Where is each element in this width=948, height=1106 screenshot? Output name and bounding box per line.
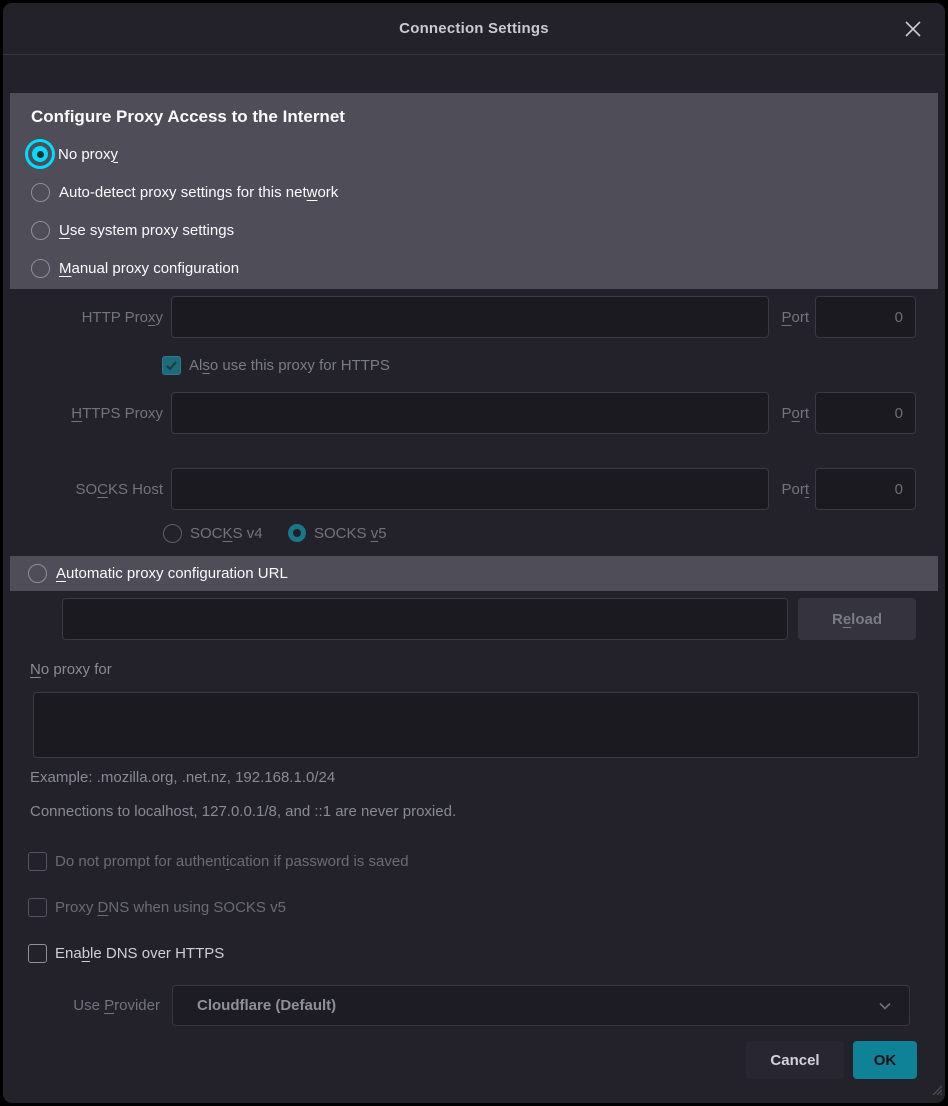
- radio-manual-label: Manual proxy configuration: [59, 260, 239, 277]
- reload-button: Reload: [798, 598, 916, 640]
- http-port-label: Port: [769, 296, 809, 338]
- provider-selected-value: Cloudflare (Default): [197, 997, 877, 1014]
- socks-host-input: [171, 468, 769, 510]
- checkbox-enable-doh-label: Enable DNS over HTTPS: [55, 945, 224, 962]
- resize-grip-icon[interactable]: [928, 1081, 942, 1100]
- close-icon[interactable]: [901, 17, 925, 41]
- no-proxy-example-text: Example: .mozilla.org, .net.nz, 192.168.…: [30, 769, 335, 786]
- radio-no-proxy[interactable]: No proxy: [31, 135, 938, 173]
- also-https-label: Also use this proxy for HTTPS: [189, 357, 390, 374]
- no-proxy-for-label: No proxy for: [30, 661, 112, 678]
- radio-circle: [31, 221, 50, 240]
- radio-manual[interactable]: Manual proxy configuration: [31, 249, 938, 287]
- radio-selected-indicator: [32, 146, 48, 162]
- radio-no-proxy-label: No proxy: [58, 146, 118, 163]
- https-port-input: [815, 392, 916, 434]
- section-heading: Configure Proxy Access to the Internet: [31, 107, 938, 127]
- socks-v4-label: SOCKS v4: [190, 525, 263, 542]
- socks-v5-radio-row: SOCKS v5: [288, 524, 387, 542]
- socks-port-label: Port: [769, 468, 809, 510]
- provider-dropdown: Cloudflare (Default): [172, 985, 910, 1026]
- socks-v5-label: SOCKS v5: [314, 525, 387, 542]
- radio-auto-detect-label: Auto-detect proxy settings for this netw…: [59, 184, 338, 201]
- radio-automatic-url[interactable]: Automatic proxy configuration URL: [10, 556, 938, 591]
- chevron-down-icon: [877, 998, 893, 1014]
- socks-v4-radio-row: SOCKS v4: [163, 524, 263, 543]
- checkbox-box: [28, 944, 47, 963]
- http-port-input: [815, 296, 916, 338]
- checkbox-proxy-dns-socks5-label: Proxy DNS when using SOCKS v5: [55, 899, 286, 916]
- http-proxy-input: [171, 296, 769, 338]
- check-icon: [162, 356, 181, 375]
- radio-circle: [31, 259, 50, 278]
- checkbox-no-prompt-auth-label: Do not prompt for authentication if pass…: [55, 853, 409, 870]
- radio-use-system[interactable]: Use system proxy settings: [31, 211, 938, 249]
- dialog-title: Connection Settings: [399, 20, 549, 37]
- automatic-url-input: [62, 598, 788, 640]
- radio-use-system-label: Use system proxy settings: [59, 222, 234, 239]
- cancel-button[interactable]: Cancel: [746, 1041, 844, 1079]
- checkbox-proxy-dns-socks5: Proxy DNS when using SOCKS v5: [28, 898, 286, 917]
- dialog-titlebar: Connection Settings: [3, 3, 945, 55]
- radio-circle: [31, 183, 50, 202]
- radio-focus-ring: [25, 139, 55, 169]
- radio-auto-detect[interactable]: Auto-detect proxy settings for this netw…: [31, 173, 938, 211]
- checkbox-no-prompt-auth: Do not prompt for authentication if pass…: [28, 852, 409, 871]
- use-provider-label: Use Provider: [10, 985, 160, 1026]
- no-proxy-for-textarea[interactable]: [33, 692, 919, 758]
- radio-automatic-url-label: Automatic proxy configuration URL: [56, 565, 288, 582]
- https-port-label: Port: [769, 392, 809, 434]
- http-proxy-label: HTTP Proxy: [10, 296, 163, 338]
- socks-host-label: SOCKS Host: [10, 468, 163, 510]
- checkbox-box: [28, 852, 47, 871]
- https-proxy-label: HTTPS Proxy: [10, 392, 163, 434]
- no-proxy-note-text: Connections to localhost, 127.0.0.1/8, a…: [30, 803, 456, 820]
- radio-circle: [28, 564, 47, 583]
- connection-settings-dialog: Connection Settings Configure Proxy Acce…: [3, 3, 945, 1103]
- ok-button[interactable]: OK: [853, 1041, 917, 1079]
- radio-circle: [163, 524, 182, 543]
- checkbox-enable-doh[interactable]: Enable DNS over HTTPS: [28, 944, 224, 963]
- https-proxy-input: [171, 392, 769, 434]
- proxy-mode-panel: Configure Proxy Access to the Internet N…: [10, 93, 938, 289]
- checkbox-box: [28, 898, 47, 917]
- radio-selected-indicator: [288, 524, 306, 542]
- socks-port-input: [815, 468, 916, 510]
- also-https-checkbox-row: Also use this proxy for HTTPS: [162, 356, 390, 375]
